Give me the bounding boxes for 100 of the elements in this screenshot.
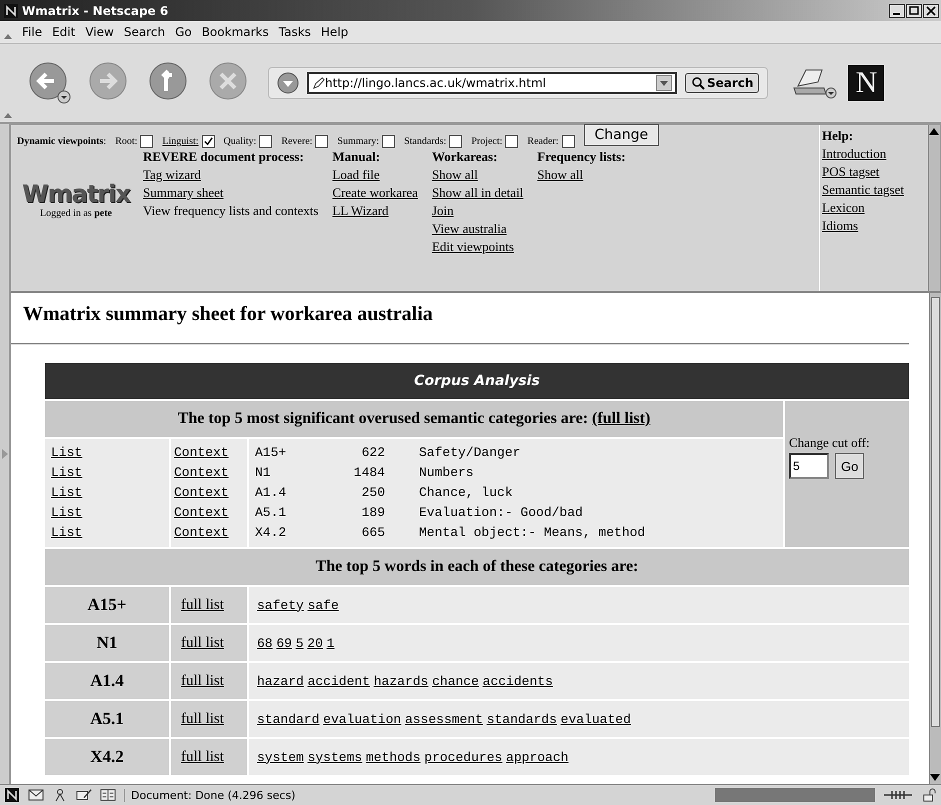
category-name: Mental object:- Means, method (419, 524, 646, 542)
help-link[interactable]: Idioms (822, 217, 928, 235)
category-tag: A1.4 (255, 483, 315, 503)
nav-link[interactable]: Tag wizard (143, 166, 201, 184)
viewpoint-label: Project: (471, 136, 502, 147)
context-link[interactable]: Context (174, 523, 244, 543)
word-link[interactable]: assessment (404, 712, 483, 726)
netscape-logo[interactable]: N (848, 65, 884, 101)
word-link[interactable]: 69 (276, 636, 292, 650)
list-link[interactable]: List (51, 483, 163, 503)
word-link[interactable]: chance (432, 674, 479, 688)
nav-link[interactable]: Create workarea (332, 184, 418, 202)
word-link[interactable]: procedures (424, 750, 502, 764)
dropdown-icon[interactable] (277, 72, 299, 94)
checkbox[interactable] (449, 135, 462, 148)
context-link[interactable]: Context (174, 503, 244, 523)
menu-item[interactable]: Search (124, 25, 166, 39)
scroll-thumb[interactable] (931, 297, 940, 727)
word-link[interactable]: hazard (257, 674, 304, 688)
word-link[interactable]: standard (257, 712, 320, 726)
context-link[interactable]: Context (174, 443, 244, 463)
collapse-icon[interactable] (4, 33, 12, 39)
section-heading: Manual: (332, 148, 380, 166)
help-link[interactable]: Introduction (822, 145, 928, 163)
nav-link[interactable]: Show all (432, 166, 478, 184)
mail-icon[interactable] (28, 788, 44, 802)
word-link[interactable]: 20 (307, 636, 323, 650)
checkbox[interactable] (505, 135, 518, 148)
nav-link[interactable]: Load file (332, 166, 380, 184)
viewpoint-link[interactable]: Linguist: (162, 136, 199, 147)
change-button[interactable]: Change (584, 124, 660, 146)
nav-link[interactable]: Join (432, 202, 454, 220)
word-link[interactable]: evaluated (560, 712, 631, 726)
word-link[interactable]: 68 (257, 636, 273, 650)
help-link[interactable]: Semantic tagset (822, 181, 928, 199)
composer-icon[interactable] (76, 788, 92, 802)
word-link[interactable]: 1 (326, 636, 334, 650)
back-icon[interactable] (28, 61, 72, 105)
close-icon[interactable] (923, 4, 939, 18)
help-link[interactable]: Lexicon (822, 199, 928, 217)
nav-link[interactable]: Edit viewpoints (432, 238, 514, 256)
menu-item[interactable]: Edit (52, 25, 76, 39)
word-link[interactable]: standards (486, 712, 557, 726)
checkbox[interactable] (202, 135, 215, 148)
checkbox[interactable] (315, 135, 328, 148)
nav-link[interactable]: Summary sheet (143, 184, 224, 202)
go-button[interactable]: Go (835, 453, 864, 479)
status-text: Document: Done (4.296 secs) (124, 788, 707, 802)
list-link[interactable]: List (51, 503, 163, 523)
nav-link[interactable]: View australia (432, 220, 507, 238)
nav-link[interactable]: Show all in detail (432, 184, 524, 202)
category-tag: A15+ (255, 443, 315, 463)
word-link[interactable]: hazards (374, 674, 428, 688)
sidebar-toggle-icon[interactable] (2, 449, 8, 459)
collapse-icon[interactable] (4, 112, 12, 118)
word-link[interactable]: 5 (296, 636, 304, 650)
minimize-icon[interactable] (889, 4, 905, 18)
viewpoint-label: Standards: (404, 136, 446, 147)
navigator-icon[interactable] (4, 788, 20, 802)
category-tag: A1.4 (45, 663, 169, 699)
menu-item[interactable]: View (85, 25, 114, 39)
word-link[interactable]: systems (308, 750, 362, 764)
checkbox[interactable] (259, 135, 272, 148)
menu-item[interactable]: File (22, 25, 42, 39)
maximize-icon[interactable] (906, 4, 922, 18)
nav-link[interactable]: Show all (537, 166, 584, 184)
context-link[interactable]: Context (174, 463, 244, 483)
menu-item[interactable]: Bookmarks (202, 25, 269, 39)
search-button[interactable]: Search (685, 73, 760, 93)
nav-text: View frequency lists and contexts (143, 202, 318, 220)
address-book-icon[interactable] (100, 788, 116, 802)
cut-off-field[interactable]: 5 (789, 453, 829, 479)
checkbox[interactable] (562, 135, 575, 148)
checkbox[interactable] (382, 135, 396, 148)
word-link[interactable]: safe (308, 598, 339, 612)
category-name: Chance, luck (419, 484, 513, 502)
checkbox[interactable] (140, 135, 154, 148)
dropdown-icon[interactable] (656, 75, 672, 91)
list-link[interactable]: List (51, 463, 163, 483)
word-link[interactable]: accidents (482, 674, 553, 688)
category-tag: X4.2 (45, 739, 169, 775)
list-link[interactable]: List (51, 523, 163, 543)
word-link[interactable]: methods (366, 750, 421, 764)
word-link[interactable]: system (257, 750, 304, 764)
help-link[interactable]: POS tagset (822, 163, 928, 181)
full-list-link[interactable]: (full list) (592, 410, 650, 427)
word-link[interactable]: safety (257, 598, 304, 612)
word-link[interactable]: approach (506, 750, 568, 764)
menu-item[interactable]: Tasks (278, 25, 311, 39)
word-link[interactable]: accident (308, 674, 370, 688)
menu-item[interactable]: Go (175, 25, 192, 39)
list-link[interactable]: List (51, 443, 163, 463)
address-field[interactable]: http://lingo.lancs.ac.uk/wmatrix.html (307, 72, 677, 94)
scroll-up-icon[interactable] (929, 127, 939, 135)
nav-link[interactable]: LL Wizard (332, 202, 389, 220)
menu-item[interactable]: Help (320, 25, 348, 39)
viewpoint-label: Quality: (224, 136, 256, 147)
word-link[interactable]: evaluation (323, 712, 402, 726)
scroll-down-icon[interactable] (930, 774, 940, 782)
context-link[interactable]: Context (174, 483, 244, 503)
